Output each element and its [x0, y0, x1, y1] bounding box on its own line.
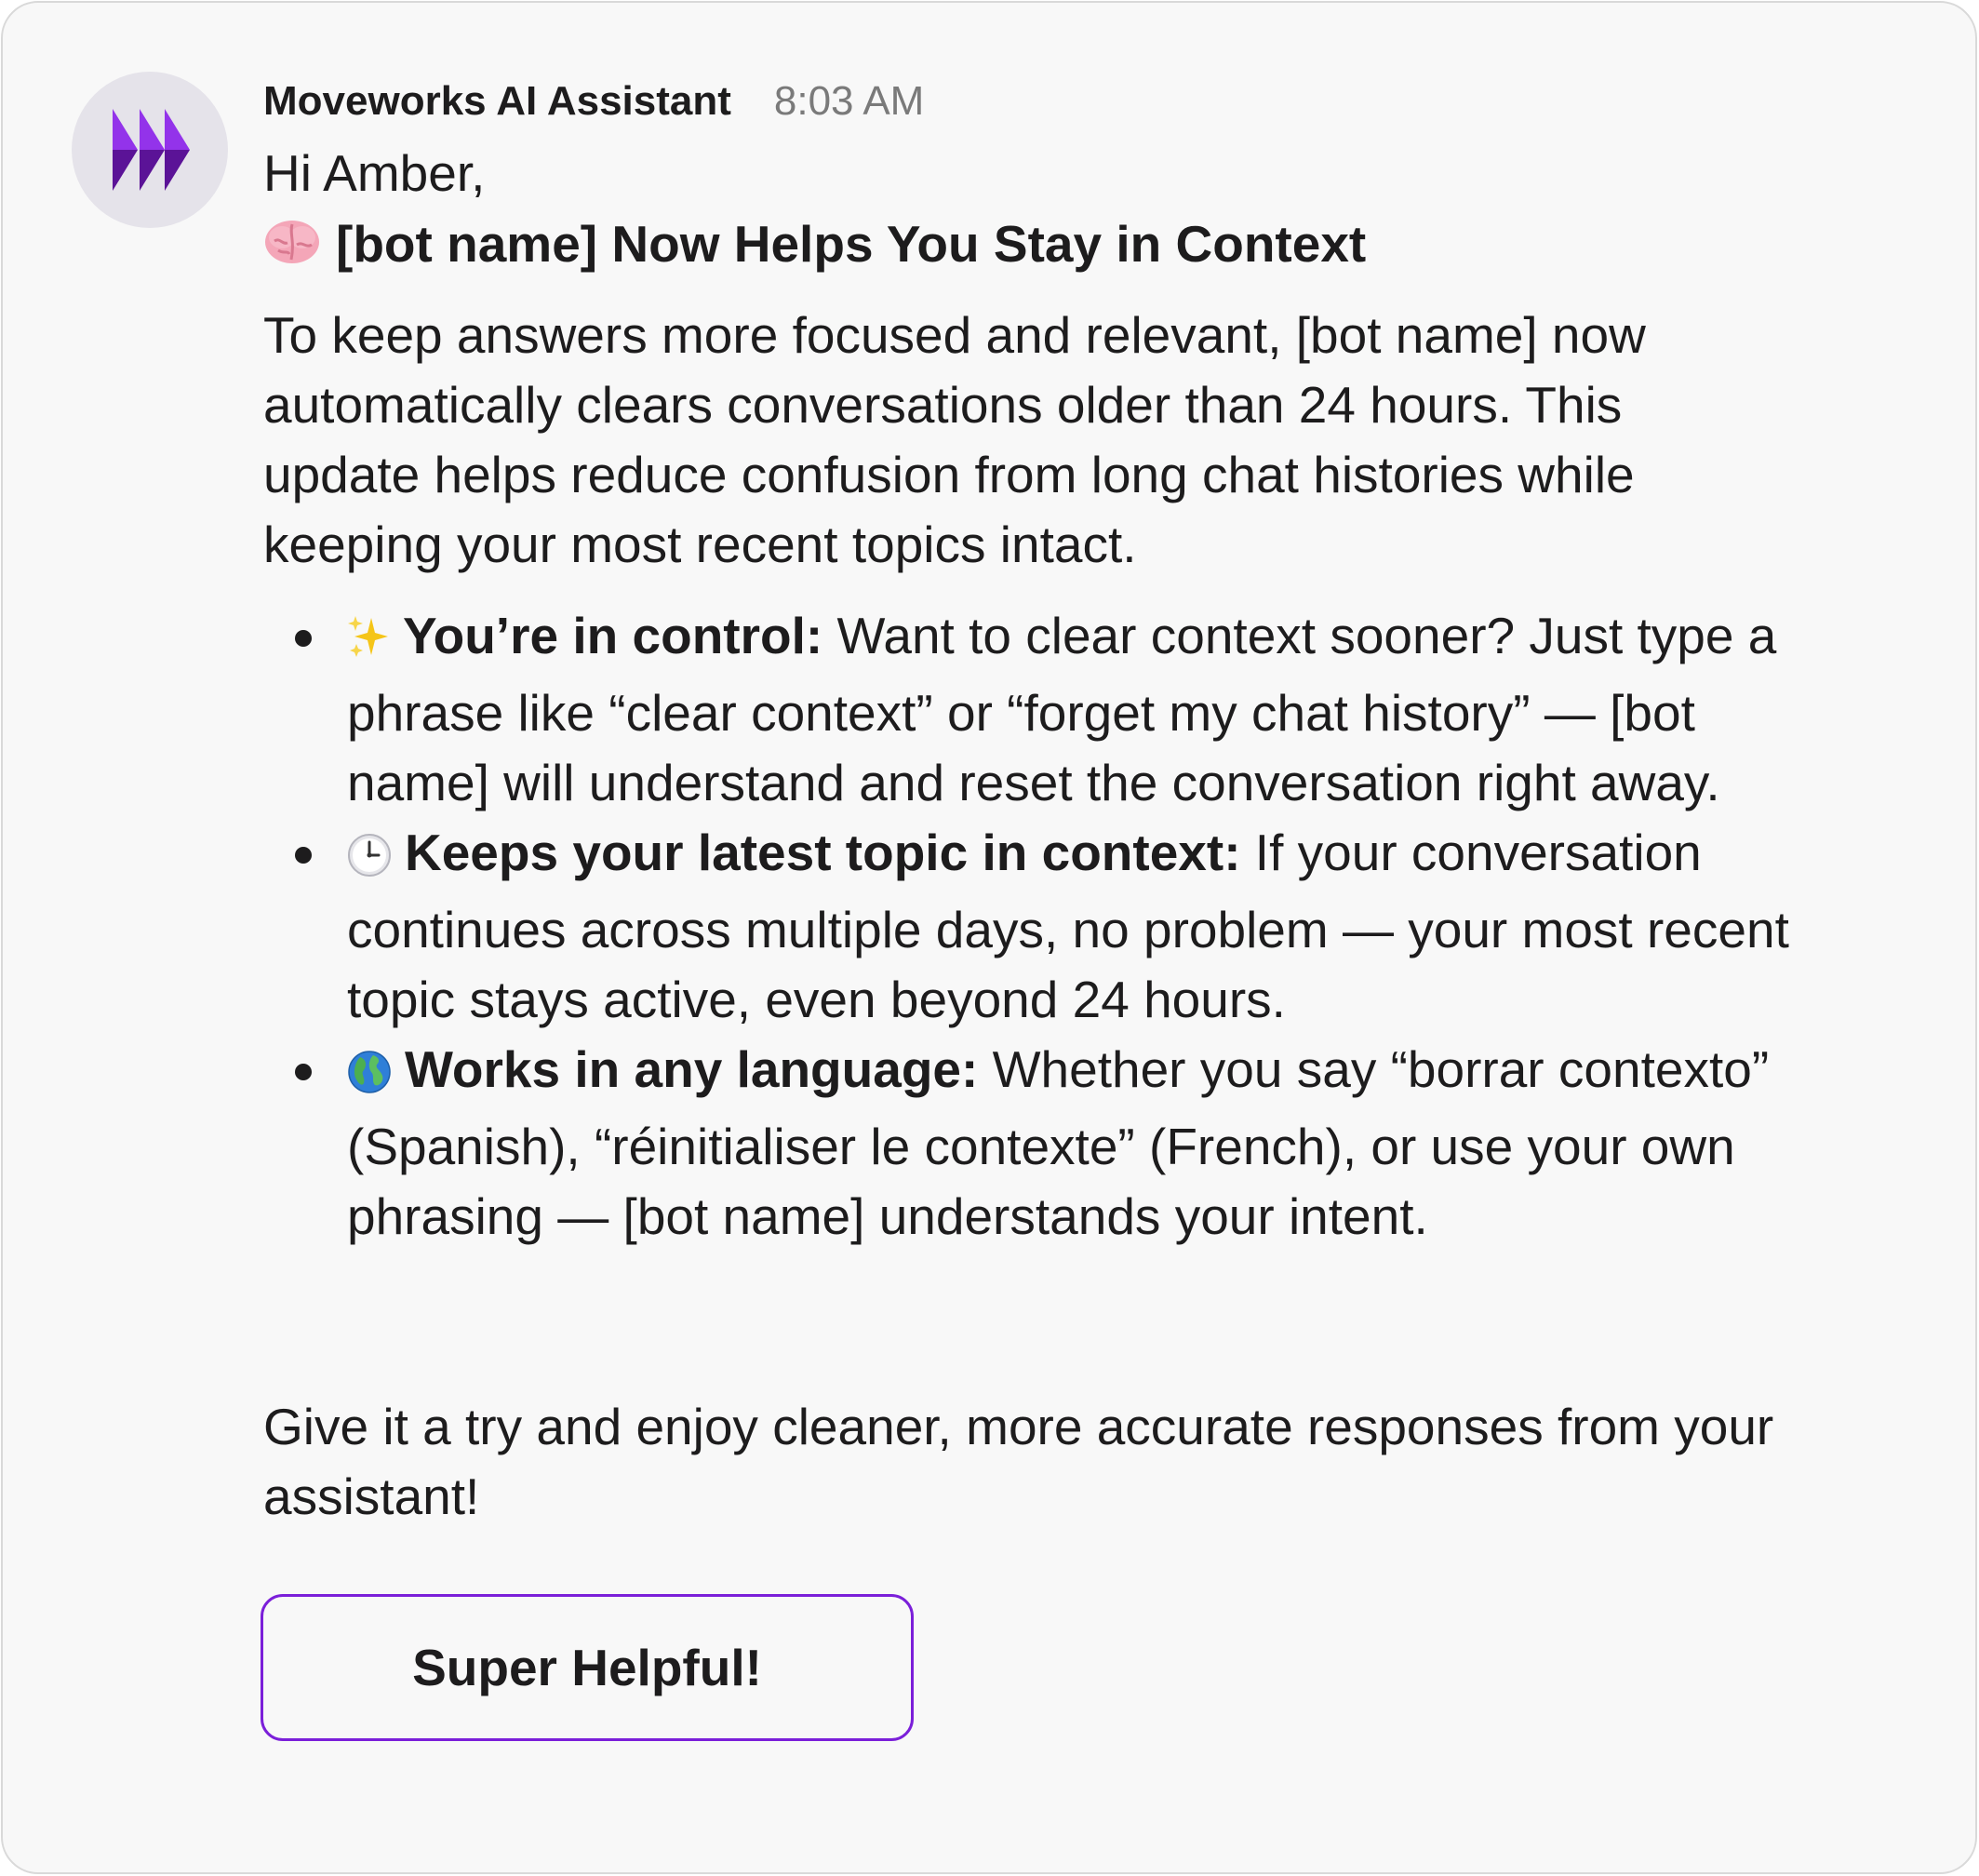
moveworks-logo-icon: [113, 109, 190, 191]
timestamp[interactable]: 8:03 AM: [774, 78, 924, 124]
bullet-title: You’re in control:: [403, 607, 823, 664]
sparkles-icon: [347, 609, 390, 678]
bullet-dot: [295, 847, 312, 864]
bullet-dot: [295, 630, 312, 647]
bullet-title: Works in any language:: [405, 1040, 979, 1098]
feature-list: You’re in control: Want to clear context…: [263, 601, 1789, 1252]
list-item: Keeps your latest topic in context: If y…: [263, 818, 1789, 1035]
headline: [bot name] Now Helps You Stay in Context: [263, 209, 1366, 284]
intro-paragraph: To keep answers more focused and relevan…: [263, 306, 1646, 573]
avatar[interactable]: [72, 72, 228, 228]
message-header: Moveworks AI Assistant 8:03 AM: [263, 75, 924, 127]
globe-icon: [347, 1042, 392, 1112]
headline-text: [bot name] Now Helps You Stay in Context: [336, 215, 1367, 273]
list-item: Works in any language: Whether you say “…: [263, 1035, 1789, 1252]
brain-icon: [263, 215, 321, 284]
greeting: Hi Amber,: [263, 144, 486, 202]
sender-name[interactable]: Moveworks AI Assistant: [263, 78, 731, 124]
bullet-title: Keeps your latest topic in context:: [405, 824, 1241, 881]
list-item: You’re in control: Want to clear context…: [263, 601, 1789, 818]
outro-paragraph: Give it a try and enjoy cleaner, more ac…: [263, 1398, 1774, 1525]
super-helpful-button[interactable]: Super Helpful!: [261, 1594, 914, 1741]
clock-icon: [347, 825, 392, 895]
bullet-dot: [295, 1064, 312, 1080]
message-card: Moveworks AI Assistant 8:03 AM Hi Amber, …: [1, 1, 1977, 1874]
